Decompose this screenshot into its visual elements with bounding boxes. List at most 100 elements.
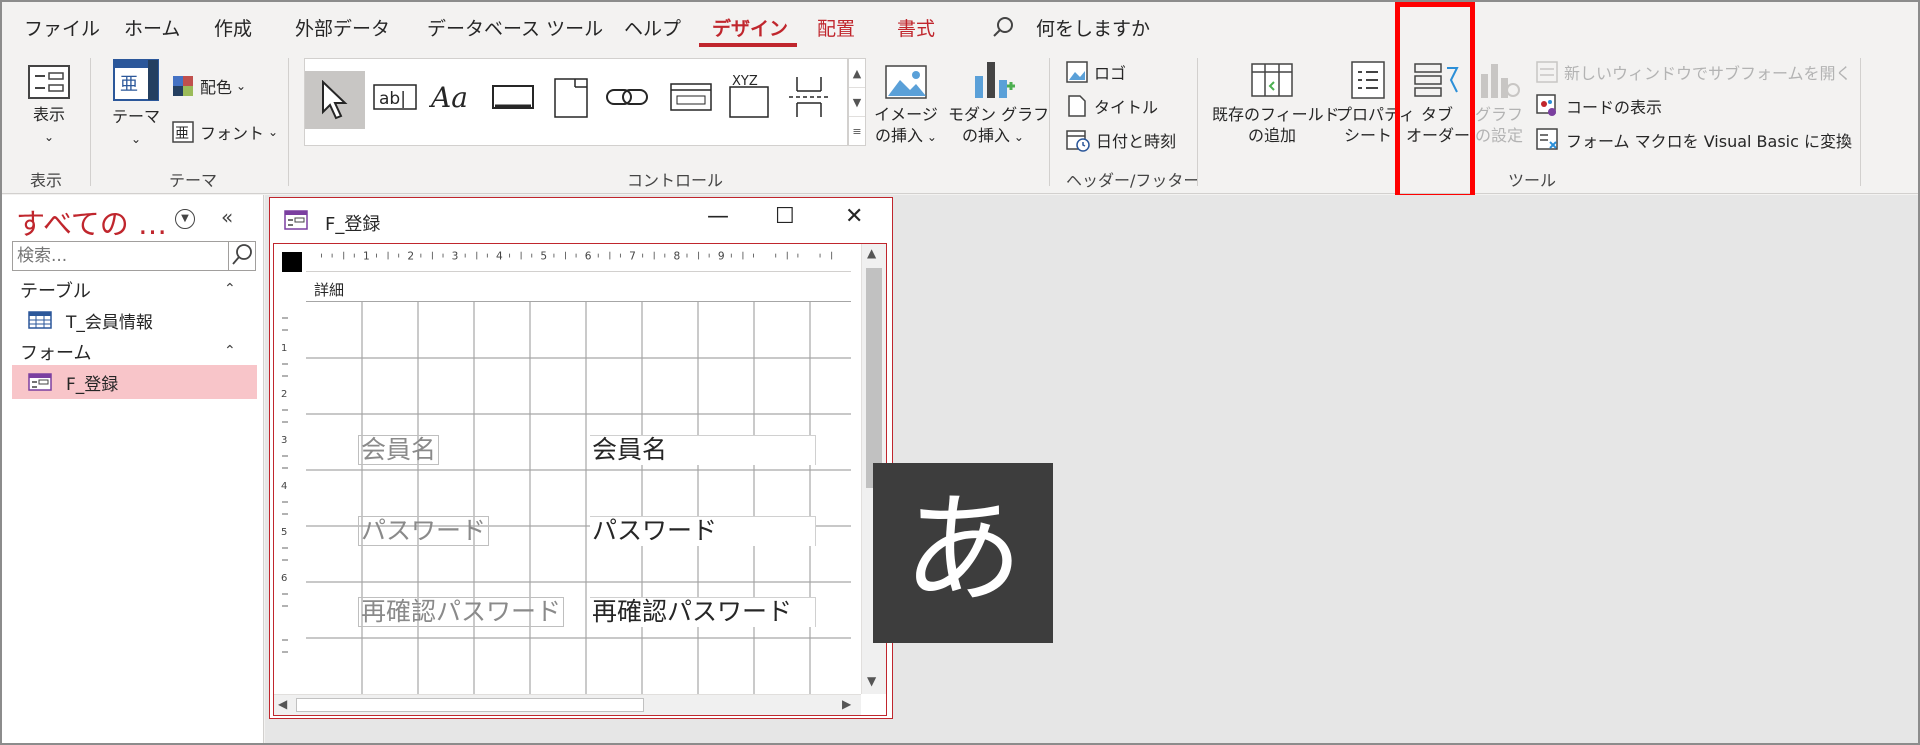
tab-file[interactable]: ファイル: [24, 14, 100, 41]
tab-control-tool[interactable]: [547, 69, 595, 125]
navigation-pane: すべての … ▼ « テーブル ⌃ T_会員情報 フォーム ⌃ F_登録: [2, 195, 264, 743]
horizontal-ruler: 1 2 3 4 5 6 7 8 9: [306, 244, 851, 272]
chevron-up-icon[interactable]: ⌃: [224, 343, 236, 359]
horizontal-scroll-thumb[interactable]: [296, 698, 644, 712]
scroll-right-icon[interactable]: ▶: [842, 697, 851, 711]
svg-text:亜: 亜: [120, 74, 138, 95]
active-tab-underline: [699, 43, 797, 47]
maximize-icon[interactable]: ☐: [775, 204, 795, 229]
tab-create[interactable]: 作成: [214, 14, 252, 41]
nav-pane-title[interactable]: すべての …: [16, 201, 167, 243]
page-break-tool[interactable]: [785, 69, 833, 125]
nav-section-forms[interactable]: フォーム: [20, 339, 91, 365]
tab-database-tools[interactable]: データベース ツール: [427, 14, 603, 41]
close-icon[interactable]: ✕: [845, 204, 863, 229]
scroll-down-icon[interactable]: ▼: [867, 674, 876, 688]
svg-text:5: 5: [540, 250, 547, 262]
form-icon: [28, 373, 52, 391]
vertical-scroll-thumb[interactable]: [866, 268, 882, 488]
tab-external-data[interactable]: 外部データ: [295, 14, 390, 41]
password-label[interactable]: パスワード: [358, 516, 490, 546]
nav-dropdown-icon[interactable]: ▼: [175, 209, 195, 229]
tab-arrange[interactable]: 配置: [817, 14, 855, 41]
nav-item-form[interactable]: F_登録: [12, 365, 257, 399]
label-tool[interactable]: Aa: [429, 69, 477, 125]
scroll-left-icon[interactable]: ◀: [278, 697, 287, 711]
date-time-button[interactable]: 日付と時刻: [1066, 128, 1176, 152]
search-icon[interactable]: [992, 15, 1016, 39]
select-tool[interactable]: [305, 71, 365, 129]
vertical-ruler: 1 2 3 4 5 6: [281, 317, 288, 653]
view-code-button[interactable]: コードの表示: [1536, 94, 1662, 118]
svg-text:6: 6: [585, 250, 592, 262]
confirm-password-label[interactable]: 再確認パスワード: [358, 597, 565, 627]
nav-section-tables[interactable]: テーブル: [20, 277, 91, 303]
tab-help[interactable]: ヘルプ: [624, 14, 681, 41]
fonts-button[interactable]: 亜 フォント ⌄: [172, 120, 278, 144]
svg-text:9: 9: [718, 250, 725, 262]
tab-format[interactable]: 書式: [897, 14, 935, 41]
form-design-window: F_登録 — ☐ ✕ 1 2 3 4 5 6 7 8 9 詳細 1 2 3 4 …: [269, 197, 893, 719]
chevron-down-icon: ⌄: [923, 130, 937, 144]
group-header-footer-label: ヘッダー/フッター: [1066, 171, 1200, 190]
hyperlink-tool[interactable]: [603, 69, 651, 125]
gallery-scrollbar[interactable]: ▲ ▼ ≡: [848, 58, 866, 146]
property-sheet-button[interactable]: プロパティ シート: [1336, 60, 1415, 146]
link-icon: [606, 89, 648, 105]
controls-gallery: ab| Aa XYZ: [304, 58, 848, 146]
svg-text:8: 8: [673, 250, 680, 262]
confirm-password-textbox[interactable]: 再確認パスワード: [590, 597, 816, 627]
view-button[interactable]: 表示 ⌄: [22, 64, 76, 148]
view-icon: [28, 65, 70, 99]
scroll-up-icon[interactable]: ▲: [849, 59, 865, 88]
title-button[interactable]: タイトル: [1066, 94, 1158, 118]
table-icon: [28, 311, 52, 329]
svg-text:XYZ: XYZ: [732, 74, 758, 89]
add-existing-fields-button[interactable]: 既存のフィールド の追加: [1212, 60, 1340, 146]
ime-mode-indicator: あ: [873, 463, 1053, 643]
theme-icon: 亜: [113, 59, 159, 101]
member-name-label[interactable]: 会員名: [358, 435, 440, 465]
tab-design[interactable]: デザイン: [712, 14, 788, 41]
member-name-textbox[interactable]: 会員名: [590, 435, 816, 465]
minimize-icon[interactable]: —: [707, 204, 729, 229]
cursor-arrow-icon: [322, 80, 348, 120]
access-window: ファイル ホーム 作成 外部データ データベース ツール ヘルプ デザイン 配置…: [0, 0, 1920, 745]
nav-search-button[interactable]: [228, 241, 256, 271]
nav-search-input[interactable]: [12, 241, 256, 271]
colors-button[interactable]: 配色 ⌄: [172, 74, 246, 98]
theme-button[interactable]: 亜 テーマ ⌄: [108, 58, 164, 150]
logo-button[interactable]: ロゴ: [1066, 60, 1126, 84]
chevron-up-icon[interactable]: ⌃: [224, 281, 236, 297]
svg-text:4: 4: [281, 481, 287, 492]
insert-chart-button[interactable]: モダン グラフ の挿入 ⌄: [948, 60, 1049, 148]
chart-icon: [975, 62, 1015, 98]
svg-text:3: 3: [452, 250, 459, 262]
gallery-more-icon[interactable]: ≡: [849, 117, 865, 146]
title-icon: [1068, 95, 1086, 117]
detail-section-label: 詳細: [314, 281, 345, 299]
button-tool[interactable]: [489, 69, 537, 125]
scroll-down-icon[interactable]: ▼: [849, 88, 865, 117]
textbox-tool[interactable]: ab|: [371, 69, 419, 125]
svg-text:4: 4: [496, 250, 503, 262]
insert-image-button[interactable]: イメージ の挿入 ⌄: [874, 64, 938, 148]
horizontal-scrollbar[interactable]: ◀ ▶: [274, 694, 861, 715]
tell-me-box[interactable]: 何をしますか: [1036, 14, 1150, 41]
menu-bar: ファイル ホーム 作成 外部データ データベース ツール ヘルプ デザイン 配置…: [2, 2, 1918, 52]
detail-section-bar[interactable]: 詳細: [306, 278, 851, 302]
form-selector[interactable]: [282, 252, 302, 272]
form-design-surface: 123 456 789 詳細 123 456 会員名 会員名 パスワード パスワ…: [273, 243, 887, 716]
password-textbox[interactable]: パスワード: [590, 516, 816, 546]
tab-home[interactable]: ホーム: [124, 14, 180, 41]
svg-text:亜: 亜: [175, 126, 189, 142]
web-browser-tool[interactable]: [667, 69, 715, 125]
design-grid: [306, 302, 851, 694]
scroll-up-icon[interactable]: ▲: [867, 246, 876, 260]
nav-collapse-icon[interactable]: «: [221, 205, 233, 229]
convert-macros-button[interactable]: フォーム マクロを Visual Basic に変換: [1536, 128, 1852, 152]
form-icon: [284, 210, 308, 230]
navigation-tool[interactable]: XYZ: [725, 69, 773, 125]
highlight-box: [1395, 2, 1475, 199]
nav-item-table[interactable]: T_会員情報: [12, 303, 257, 337]
